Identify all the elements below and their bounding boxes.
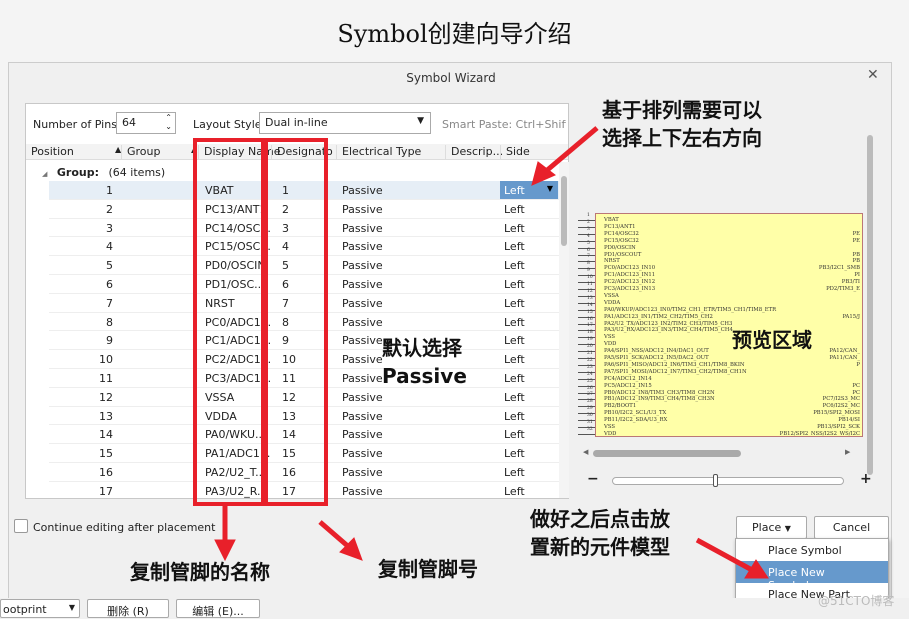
annotation-arrows xyxy=(214,126,769,579)
arrow-side xyxy=(543,126,599,174)
arrow-place xyxy=(695,537,754,573)
arrow-num xyxy=(318,520,352,550)
annotation-copy-num: 复制管脚号 xyxy=(378,557,478,581)
annotation-copy-name: 复制管脚的名称 xyxy=(130,560,270,584)
annotation-place: 做好之后点击放 置新的元件模型 xyxy=(530,507,670,559)
arrow-name-head xyxy=(214,539,236,562)
annotation-preview: 预览区域 xyxy=(732,328,812,352)
watermark: @51CTO博客 xyxy=(818,594,895,608)
annotation-passive: 默认选择 Passive xyxy=(382,336,467,388)
annotation-side: 基于排列需要可以 选择上下左右方向 xyxy=(602,98,762,150)
